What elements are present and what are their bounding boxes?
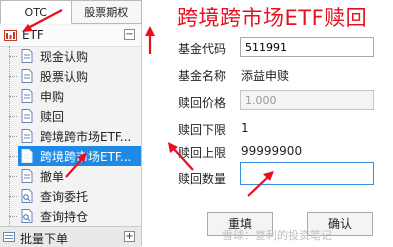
expand-button[interactable]: + — [124, 231, 135, 242]
tree-item-label: 股票认购 — [40, 70, 89, 84]
tree-item-cross-border-etf-purchase[interactable]: 跨境跨市场ETF... — [9, 126, 141, 146]
fund-code-input[interactable] — [240, 37, 374, 57]
tree-branch-line — [9, 196, 17, 197]
collapse-button[interactable]: − — [124, 29, 135, 40]
document-icon — [21, 49, 33, 63]
batch-order-label: 批量下单 — [20, 232, 69, 246]
redeem-price-label: 赎回价格 — [178, 96, 227, 110]
tree-item-label: 查询持仓 — [40, 210, 89, 224]
tree-item-redeem[interactable]: 赎回 — [9, 106, 141, 126]
document-icon — [21, 69, 33, 83]
red-arrow-icon — [145, 26, 155, 54]
tree-item-label: 撤单 — [40, 170, 65, 184]
tree-item-label: 申购 — [40, 90, 65, 104]
tree-item-cross-border-etf-redeem[interactable]: 跨境跨市场ETF... — [9, 146, 141, 166]
tree-branch-line — [9, 96, 17, 97]
redeem-price-input — [240, 90, 374, 110]
redeem-upper-limit-value: 99999900 — [241, 144, 303, 158]
fund-name-value: 添益申赎 — [241, 69, 290, 83]
tree-branch-line — [9, 156, 17, 157]
tree-item-label: 跨境跨市场ETF... — [40, 150, 132, 164]
redeem-upper-limit-label: 赎回上限 — [178, 146, 227, 160]
document-icon — [21, 169, 33, 183]
redeem-quantity-label: 赎回数量 — [178, 172, 227, 186]
etf-group-label: ETF — [22, 28, 44, 42]
tree-item-label: 赎回 — [40, 110, 65, 124]
tree-item-label: 跨境跨市场ETF... — [40, 130, 132, 144]
tab-otc[interactable]: OTC — [0, 0, 72, 24]
document-icon — [21, 109, 33, 123]
search-document-icon — [21, 209, 33, 223]
tree-item-label: 现金认购 — [40, 50, 89, 64]
tree-branch-line — [9, 56, 17, 57]
tree-branch-line — [9, 136, 17, 137]
tree-branch-line — [9, 76, 17, 77]
etf-folder-icon — [4, 30, 17, 41]
navigation-panel: OTC 股票期权 ETF − 现金认购 股票认购 申购 赎回 跨境跨市场ETF.… — [0, 0, 142, 247]
tree-branch-line — [9, 176, 17, 177]
tree-branch-line — [9, 216, 17, 217]
form-title: 跨境跨市场ETF赎回 — [177, 6, 368, 30]
tab-stock-options[interactable]: 股票期权 — [71, 0, 142, 24]
tab-bar: OTC 股票期权 — [0, 0, 142, 24]
tree-item-query-positions[interactable]: 查询持仓 — [9, 206, 141, 226]
tree-item-label: 查询委托 — [40, 190, 89, 204]
tree-branch-line — [9, 116, 17, 117]
redeem-lower-limit-value: 1 — [241, 121, 249, 135]
fund-name-label: 基金名称 — [178, 69, 227, 83]
tree-item-purchase[interactable]: 申购 — [9, 86, 141, 106]
document-icon — [21, 129, 33, 143]
redeem-lower-limit-label: 赎回下限 — [178, 123, 227, 137]
document-icon — [21, 149, 33, 163]
batch-order-group[interactable]: 批量下单 + — [0, 226, 141, 247]
tree-item-query-orders[interactable]: 查询委托 — [9, 186, 141, 206]
tree-item-cash-subscribe[interactable]: 现金认购 — [9, 46, 141, 66]
batch-folder-icon — [3, 232, 15, 242]
etf-group-header[interactable]: ETF − — [0, 25, 141, 47]
tree-item-stock-subscribe[interactable]: 股票认购 — [9, 66, 141, 86]
tree-item-cancel-order[interactable]: 撤单 — [9, 166, 141, 186]
fund-code-label: 基金代码 — [178, 42, 227, 56]
watermark: 雪球：复利的投资笔记 — [222, 229, 332, 242]
search-document-icon — [21, 189, 33, 203]
redeem-quantity-input[interactable] — [240, 162, 374, 185]
document-icon — [21, 89, 33, 103]
